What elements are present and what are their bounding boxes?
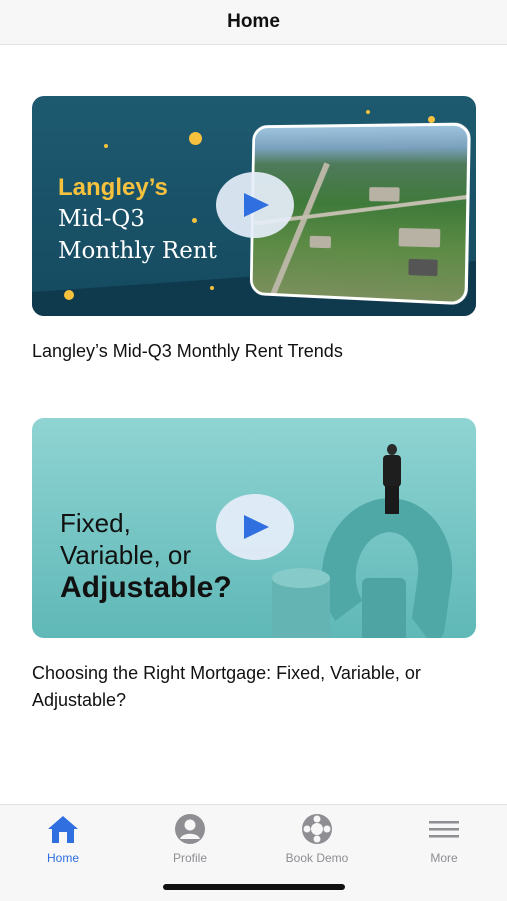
tab-book-demo[interactable]: Book Demo: [262, 813, 372, 865]
decor-dot: [189, 132, 202, 145]
video-title[interactable]: Langley’s Mid-Q3 Monthly Rent Trends: [32, 338, 476, 365]
thumbnail-line: Variable, or: [60, 540, 191, 571]
profile-icon: [173, 813, 207, 845]
question-mark-stem: [362, 578, 406, 638]
nav-header: Home: [0, 0, 507, 45]
tab-label: Book Demo: [262, 851, 372, 865]
thumbnail-line: Fixed,: [60, 508, 131, 539]
home-icon: [46, 813, 80, 845]
play-icon: [242, 514, 270, 540]
tab-label: Home: [8, 851, 118, 865]
decor-dot: [64, 290, 74, 300]
play-icon: [242, 192, 270, 218]
video-thumbnail[interactable]: Langley’s Mid-Q3 Monthly Rent: [32, 96, 476, 316]
pillar-shape: [272, 568, 330, 638]
play-button[interactable]: [216, 172, 294, 238]
thumbnail-line: Langley’s: [58, 174, 168, 202]
decor-dot: [210, 286, 214, 290]
video-card-mortgage[interactable]: Fixed, Variable, or Adjustable? Choosing…: [32, 418, 476, 714]
thumbnail-line: Monthly Rent: [58, 238, 217, 264]
thumbnail-line: Mid-Q3: [58, 206, 145, 232]
tab-profile[interactable]: Profile: [135, 813, 245, 865]
tab-label: More: [389, 851, 499, 865]
decor-dot: [104, 144, 108, 148]
tab-more[interactable]: More: [389, 813, 499, 865]
menu-icon: [427, 813, 461, 845]
video-title[interactable]: Choosing the Right Mortgage: Fixed, Vari…: [32, 660, 476, 714]
decor-dot: [192, 218, 197, 223]
standing-person-figure: [380, 444, 404, 514]
play-button[interactable]: [216, 494, 294, 560]
decor-dot: [366, 110, 370, 114]
tab-label: Profile: [135, 851, 245, 865]
home-indicator: [163, 884, 345, 890]
page-title: Home: [227, 11, 280, 33]
lifebuoy-icon: [300, 813, 334, 845]
video-card-rent-trends[interactable]: Langley’s Mid-Q3 Monthly Rent Langley’s …: [32, 96, 476, 365]
video-thumbnail[interactable]: Fixed, Variable, or Adjustable?: [32, 418, 476, 638]
thumbnail-line: Adjustable?: [60, 571, 232, 605]
tab-home[interactable]: Home: [8, 813, 118, 865]
